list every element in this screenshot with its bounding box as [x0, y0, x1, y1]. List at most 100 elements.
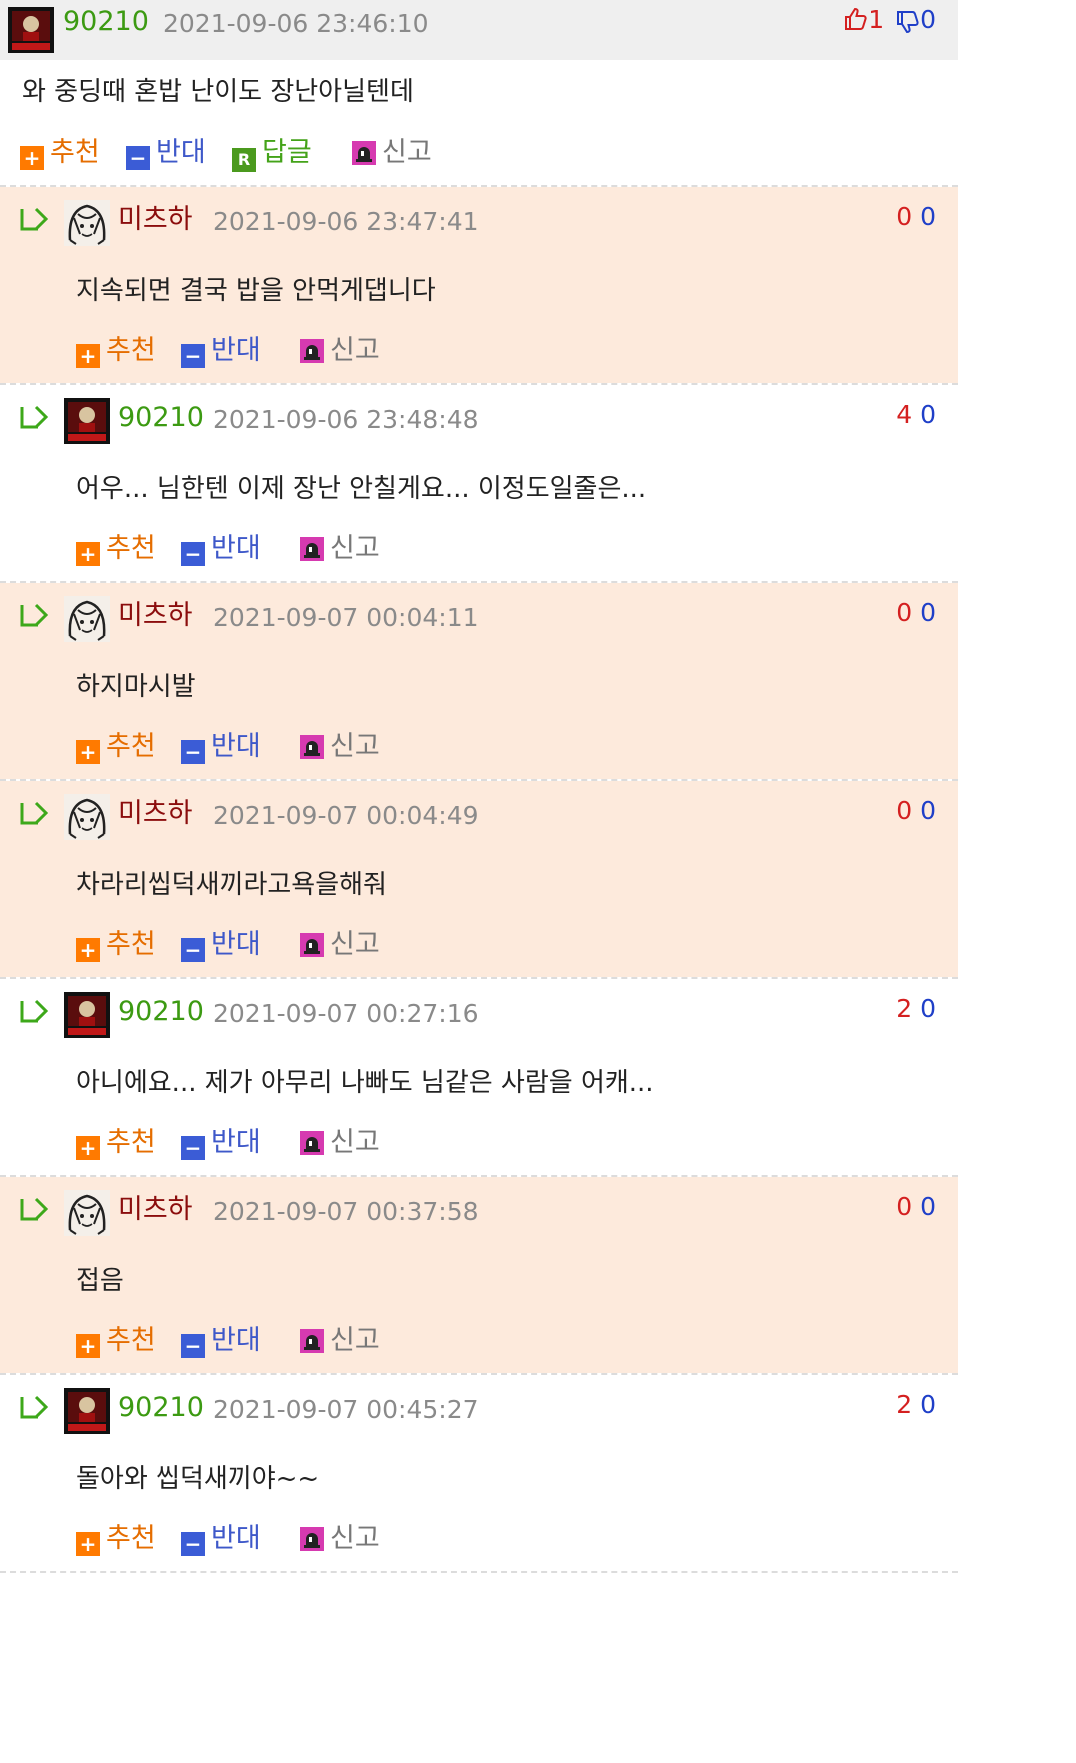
minus-icon: − [181, 1532, 205, 1556]
report-button[interactable]: 신고 [300, 532, 380, 566]
timestamp: 2021-09-07 00:04:49 [213, 801, 479, 830]
nickname[interactable]: 미츠하 [118, 204, 193, 236]
plus-icon: + [20, 146, 44, 170]
upvote-count: 4 [896, 400, 913, 429]
upvote-count: 0 [896, 1192, 913, 1221]
reply-item: 미츠하 2021-09-07 00:37:58 0 0 접음 + 추천 − 반대 신고 [0, 1177, 958, 1373]
oppose-button[interactable]: − 반대 [126, 136, 206, 170]
timestamp: 2021-09-06 23:47:41 [213, 207, 479, 236]
recommend-button[interactable]: + 추천 [76, 532, 156, 566]
nickname[interactable]: 미츠하 [118, 600, 193, 632]
minus-icon: − [181, 1136, 205, 1160]
comment-text: 접음 [76, 1266, 124, 1296]
avatar[interactable] [64, 1190, 110, 1236]
reply-item: 미츠하 2021-09-07 00:04:11 0 0 하지마시발 + 추천 − 반대 신고 [0, 583, 958, 779]
comment-text: 차라리씹덕새끼라고욕을해줘 [76, 870, 387, 900]
reply-arrow-icon [18, 207, 52, 237]
upvote-count: 2 [896, 1390, 913, 1419]
reply-icon: R [232, 148, 256, 172]
avatar[interactable] [64, 398, 110, 444]
vote-counts: 0 0 [896, 597, 936, 629]
minus-icon: − [181, 344, 205, 368]
upvote-count: 1 [868, 5, 885, 34]
recommend-button[interactable]: + 추천 [76, 1324, 156, 1358]
timestamp: 2021-09-07 00:45:27 [213, 1395, 479, 1424]
vote-counts: 0 0 [896, 201, 936, 233]
report-button[interactable]: 신고 [352, 136, 432, 170]
nickname[interactable]: 90210 [118, 1392, 204, 1424]
downvote-count: 0 [920, 1192, 936, 1221]
timestamp: 2021-09-07 00:04:11 [213, 603, 479, 632]
recommend-button[interactable]: + 추천 [76, 1522, 156, 1556]
downvote-count: 0 [920, 796, 936, 825]
upvote-count: 0 [896, 796, 913, 825]
nickname[interactable]: 90210 [118, 996, 204, 1028]
vote-counts: 2 0 [896, 993, 936, 1025]
timestamp: 2021-09-07 00:27:16 [213, 999, 479, 1028]
comment-text: 지속되면 결국 밥을 안먹게댑니다 [76, 276, 436, 306]
alarm-icon [300, 339, 324, 363]
downvote-count: 0 [920, 1390, 936, 1419]
recommend-button[interactable]: + 추천 [20, 136, 100, 170]
reply-item: 미츠하 2021-09-06 23:47:41 0 0 지속되면 결국 밥을 안먹게댑… [0, 187, 958, 383]
avatar[interactable] [64, 596, 110, 642]
vote-counts: 1 0 [844, 4, 936, 36]
downvote-count: 0 [920, 400, 936, 429]
avatar[interactable] [64, 992, 110, 1038]
oppose-button[interactable]: − 반대 [181, 334, 261, 368]
reply-arrow-icon [18, 801, 52, 831]
alarm-icon [300, 1527, 324, 1551]
report-button[interactable]: 신고 [300, 1126, 380, 1160]
recommend-button[interactable]: + 추천 [76, 334, 156, 368]
thumbs-up-icon[interactable] [844, 7, 868, 31]
alarm-icon [300, 1131, 324, 1155]
vote-counts: 0 0 [896, 795, 936, 827]
top-comment-header: 90210 2021-09-06 23:46:10 1 0 [0, 0, 958, 60]
minus-icon: − [181, 740, 205, 764]
recommend-button[interactable]: + 추천 [76, 928, 156, 962]
oppose-button[interactable]: − 반대 [181, 1324, 261, 1358]
alarm-icon [300, 933, 324, 957]
report-button[interactable]: 신고 [300, 1522, 380, 1556]
reply-item: 90210 2021-09-06 23:48:48 4 0 어우... 님한텐 이제 … [0, 385, 958, 581]
nickname[interactable]: 90210 [63, 6, 149, 38]
report-button[interactable]: 신고 [300, 1324, 380, 1358]
avatar[interactable] [64, 200, 110, 246]
alarm-icon [300, 1329, 324, 1353]
oppose-button[interactable]: − 반대 [181, 1126, 261, 1160]
recommend-button[interactable]: + 추천 [76, 730, 156, 764]
reply-arrow-icon [18, 603, 52, 633]
comment-actions: + 추천 − 반대 신고 [76, 1324, 476, 1358]
minus-icon: − [181, 938, 205, 962]
alarm-icon [300, 537, 324, 561]
nickname[interactable]: 미츠하 [118, 1194, 193, 1226]
nickname[interactable]: 미츠하 [118, 798, 193, 830]
comment-actions: + 추천 − 반대 신고 [76, 1126, 476, 1160]
avatar[interactable] [8, 7, 54, 53]
recommend-button[interactable]: + 추천 [76, 1126, 156, 1160]
thumbs-down-icon[interactable] [896, 10, 920, 34]
oppose-button[interactable]: − 반대 [181, 1522, 261, 1556]
nickname[interactable]: 90210 [118, 402, 204, 434]
downvote-count: 0 [920, 994, 936, 1023]
comment-actions: + 추천 − 반대 신고 [76, 334, 476, 368]
report-button[interactable]: 신고 [300, 334, 380, 368]
reply-arrow-icon [18, 1395, 52, 1425]
report-button[interactable]: 신고 [300, 928, 380, 962]
avatar[interactable] [64, 1388, 110, 1434]
comment-actions: + 추천 − 반대 신고 [76, 532, 476, 566]
report-button[interactable]: 신고 [300, 730, 380, 764]
oppose-button[interactable]: − 반대 [181, 928, 261, 962]
comment-actions: + 추천 − 반대 신고 [76, 1522, 476, 1556]
oppose-button[interactable]: − 반대 [181, 730, 261, 764]
avatar[interactable] [64, 794, 110, 840]
comment-text: 와 중딩때 혼밥 난이도 장난아닐텐데 [22, 77, 414, 107]
plus-icon: + [76, 542, 100, 566]
oppose-button[interactable]: − 반대 [181, 532, 261, 566]
reply-arrow-icon [18, 405, 52, 435]
reply-arrow-icon [18, 999, 52, 1029]
reply-item: 90210 2021-09-07 00:27:16 2 0 아니에요... 제가 아무… [0, 979, 958, 1175]
reply-button[interactable]: R 답글 [232, 136, 312, 172]
comment-actions: + 추천 − 반대 신고 [76, 928, 476, 962]
downvote-count: 0 [920, 598, 936, 627]
